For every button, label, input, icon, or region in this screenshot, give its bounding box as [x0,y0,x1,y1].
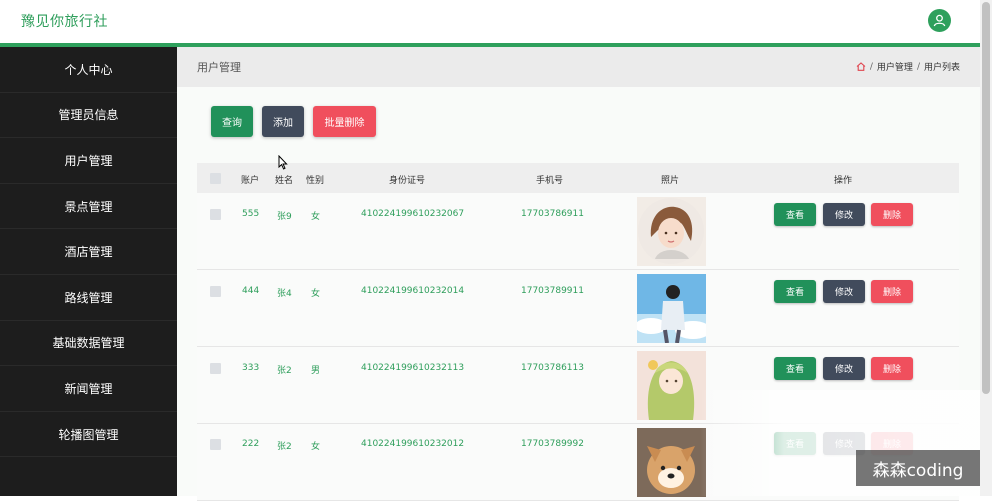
sidebar-item-admin-info[interactable]: 管理员信息 [0,93,177,139]
edit-button[interactable]: 修改 [823,280,865,303]
cell-account: 444 [242,286,260,296]
breadcrumb-item-user-management[interactable]: 用户管理 [877,60,913,73]
view-button[interactable]: 查看 [774,203,816,226]
column-header-photo: 照片 [661,176,680,186]
cell-id-card: 410224199610232067 [361,209,465,219]
delete-button[interactable]: 删除 [871,203,913,226]
table-header: 账户 姓名 性别 身份证号 手机号 照片 操作 [197,163,959,193]
top-bar: 豫见你旅行社 [0,0,992,43]
cell-name: 张4 [277,289,292,299]
sidebar-item-label: 基础数据管理 [52,336,125,351]
sidebar-item-scenic-management[interactable]: 景点管理 [0,184,177,230]
chevron-right-icon [104,157,110,164]
sidebar-item-news-management[interactable]: 新闻管理 [0,366,177,412]
chevron-right-icon [104,111,110,118]
view-button[interactable]: 查看 [774,357,816,380]
sidebar-item-base-data-management[interactable]: 基础数据管理 [0,321,177,367]
cell-account: 333 [242,363,260,373]
mouse-cursor-icon [278,155,288,170]
cell-id-card: 410224199610232113 [361,363,465,373]
table-row: 555 张9 女 410224199610232067 17703786911 … [197,193,959,270]
column-header-gender: 性别 [306,176,325,186]
chevron-right-icon [104,202,110,209]
row-checkbox[interactable] [210,286,221,297]
sidebar-item-route-management[interactable]: 路线管理 [0,275,177,321]
user-photo [637,428,706,497]
view-button[interactable]: 查看 [774,280,816,303]
cell-id-card: 410224199610232014 [361,286,465,296]
cell-phone: 17703789992 [521,439,584,449]
cell-phone: 17703786113 [521,363,584,373]
sidebar-item-carousel-management[interactable]: 轮播图管理 [0,412,177,458]
column-header-account: 账户 [241,176,260,186]
scrollbar-thumb[interactable] [982,2,990,394]
cell-account: 222 [242,439,260,449]
batch-delete-button[interactable]: 批量删除 [313,106,376,137]
user-avatar-icon[interactable] [928,9,951,32]
chevron-right-icon [104,339,110,346]
cell-gender: 女 [311,212,321,222]
watermark: 森森coding [856,450,980,486]
chevron-right-icon [104,385,110,392]
column-header-phone: 手机号 [536,176,564,186]
edit-button[interactable]: 修改 [823,357,865,380]
user-photo [637,351,706,420]
row-checkbox[interactable] [210,209,221,220]
delete-button[interactable]: 删除 [871,357,913,380]
breadcrumb: / 用户管理 / 用户列表 [856,60,960,73]
cell-gender: 女 [311,442,321,452]
sidebar-item-user-management[interactable]: 用户管理 [0,138,177,184]
column-header-actions: 操作 [834,176,853,186]
user-photo [637,197,706,266]
app-brand[interactable]: 豫见你旅行社 [21,11,108,31]
breadcrumb-item-user-list: 用户列表 [923,63,960,73]
sidebar: 个人中心 管理员信息 用户管理 景点管理 酒店管理 路线管理 基础数据管理 新闻… [0,47,177,496]
edit-button[interactable]: 修改 [823,203,865,226]
home-icon[interactable] [856,62,866,71]
row-checkbox[interactable] [210,439,221,450]
cell-gender: 女 [311,289,321,299]
cell-id-card: 410224199610232012 [361,439,465,449]
chevron-right-icon [104,66,110,72]
cell-name: 张9 [277,212,292,222]
sidebar-item-hotel-management[interactable]: 酒店管理 [0,229,177,275]
breadcrumb-separator: / [869,61,873,72]
row-checkbox[interactable] [210,363,221,374]
column-header-name: 姓名 [275,176,294,186]
query-button[interactable]: 查询 [211,106,253,137]
delete-button[interactable]: 删除 [871,280,913,303]
add-button[interactable]: 添加 [262,106,304,137]
cell-phone: 17703789911 [521,286,584,296]
chevron-right-icon [104,248,110,255]
column-header-id-card: 身份证号 [389,176,426,186]
breadcrumb-bar: 用户管理 / 用户管理 / 用户列表 [177,47,980,87]
cell-account: 555 [242,209,260,219]
cell-phone: 17703786911 [521,209,584,219]
select-all-checkbox[interactable] [210,173,221,184]
page-title: 用户管理 [197,61,241,74]
chevron-right-icon [104,430,110,437]
cell-name: 张2 [277,366,292,376]
sidebar-item-personal-center[interactable]: 个人中心 [0,47,177,93]
cell-name: 张2 [277,442,292,452]
chevron-right-icon [104,293,110,300]
user-photo [637,274,706,343]
cell-gender: 男 [311,366,321,376]
table-row: 444 张4 女 410224199610232014 17703789911 … [197,270,959,347]
breadcrumb-separator: / [916,61,920,72]
